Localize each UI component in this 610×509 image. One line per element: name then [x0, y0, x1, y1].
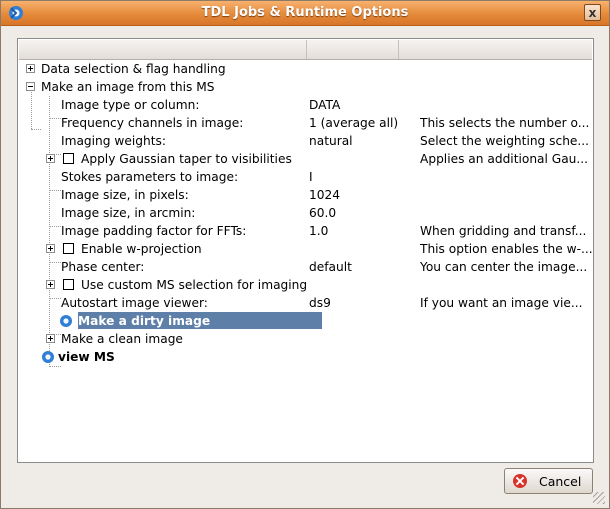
- option-row[interactable]: Image padding factor for FFTs: 1.0 When …: [18, 222, 593, 240]
- option-label: Make a clean image: [61, 332, 183, 346]
- option-value: 1 (average all): [309, 116, 399, 130]
- column-header-description[interactable]: [399, 40, 594, 59]
- option-value: 60.0: [309, 206, 337, 220]
- option-label: Stokes parameters to image:: [61, 170, 239, 184]
- tree-item-make-image[interactable]: Make an image from this MS: [18, 78, 593, 96]
- option-description: Applies an additional Gau...: [420, 152, 589, 166]
- option-row[interactable]: Image type or column: DATA: [18, 96, 593, 114]
- expand-icon[interactable]: [46, 244, 55, 253]
- expand-icon[interactable]: [46, 280, 55, 289]
- title-bar[interactable]: TDL Jobs & Runtime Options x: [1, 1, 609, 26]
- w-projection-checkbox[interactable]: [63, 243, 74, 254]
- make-dirty-image-row[interactable]: Make a dirty image: [18, 312, 593, 330]
- option-row[interactable]: Enable w-projection This option enables …: [18, 240, 593, 258]
- option-row[interactable]: Imaging weights: natural Select the weig…: [18, 132, 593, 150]
- option-row[interactable]: Autostart image viewer: ds9 If you want …: [18, 294, 593, 312]
- dialog-window: TDL Jobs & Runtime Options x Data select…: [0, 0, 610, 509]
- cancel-icon: [513, 474, 527, 488]
- option-description: This option enables the w-...: [420, 242, 593, 256]
- job-label: Make a dirty image: [78, 314, 211, 328]
- option-description: Select the weighting sche...: [420, 134, 590, 148]
- option-value: natural: [309, 134, 353, 148]
- option-label: Autostart image viewer:: [61, 296, 208, 310]
- column-header-value[interactable]: [307, 40, 399, 59]
- job-icon: [60, 315, 72, 327]
- gaussian-taper-checkbox[interactable]: [63, 153, 74, 164]
- tree-item-label: Make an image from this MS: [41, 80, 215, 94]
- option-row[interactable]: Image size, in pixels: 1024: [18, 186, 593, 204]
- window-title: TDL Jobs & Runtime Options: [201, 5, 409, 20]
- make-clean-image-row[interactable]: Make a clean image: [18, 330, 593, 348]
- option-description: You can center the image...: [420, 260, 588, 274]
- option-value: 1024: [309, 188, 341, 202]
- resize-grip-icon[interactable]: [593, 492, 605, 504]
- custom-ms-selection-checkbox[interactable]: [63, 279, 74, 290]
- option-label: Phase center:: [61, 260, 145, 274]
- option-description: This selects the number o...: [420, 116, 590, 130]
- expand-icon[interactable]: [26, 64, 35, 73]
- cancel-button[interactable]: Cancel: [504, 468, 593, 494]
- view-ms-row[interactable]: view MS: [18, 348, 593, 366]
- job-icon: [42, 351, 54, 363]
- tree-header: [19, 40, 592, 60]
- option-value: DATA: [309, 98, 341, 112]
- option-value: I: [309, 170, 313, 184]
- option-value: ds9: [309, 296, 331, 310]
- column-header-name[interactable]: [19, 40, 307, 59]
- option-label: Imaging weights:: [61, 134, 166, 148]
- option-label: Image type or column:: [61, 98, 200, 112]
- option-description: If you want an image vie...: [420, 296, 583, 310]
- option-label: Frequency channels in image:: [61, 116, 244, 130]
- expand-icon[interactable]: [46, 154, 55, 163]
- collapse-icon[interactable]: [26, 82, 35, 91]
- option-label: Enable w-projection: [81, 242, 202, 256]
- option-row[interactable]: Image size, in arcmin: 60.0: [18, 204, 593, 222]
- option-row[interactable]: Apply Gaussian taper to visibilities App…: [18, 150, 593, 168]
- option-description: When gridding and transf...: [420, 224, 587, 238]
- tdl-options-tree[interactable]: Data selection & flag handling Make an i…: [17, 38, 594, 463]
- tree-item-label: Data selection & flag handling: [41, 62, 226, 76]
- cancel-label: Cancel: [539, 474, 582, 489]
- tree-item-data-selection[interactable]: Data selection & flag handling: [18, 60, 593, 78]
- option-row[interactable]: Use custom MS selection for imaging: [18, 276, 593, 294]
- close-icon[interactable]: x: [584, 4, 601, 21]
- job-label: view MS: [58, 350, 115, 364]
- option-label: Apply Gaussian taper to visibilities: [81, 152, 292, 166]
- option-value: 1.0: [309, 224, 329, 238]
- option-row[interactable]: Phase center: default You can center the…: [18, 258, 593, 276]
- option-label: Image size, in pixels:: [61, 188, 189, 202]
- expand-icon[interactable]: [46, 334, 55, 343]
- option-label: Image padding factor for FFTs:: [61, 224, 247, 238]
- option-row[interactable]: Stokes parameters to image: I: [18, 168, 593, 186]
- option-label: Image size, in arcmin:: [61, 206, 196, 220]
- option-label: Use custom MS selection for imaging: [81, 278, 308, 292]
- option-value: default: [309, 260, 352, 274]
- option-row[interactable]: Frequency channels in image: 1 (average …: [18, 114, 593, 132]
